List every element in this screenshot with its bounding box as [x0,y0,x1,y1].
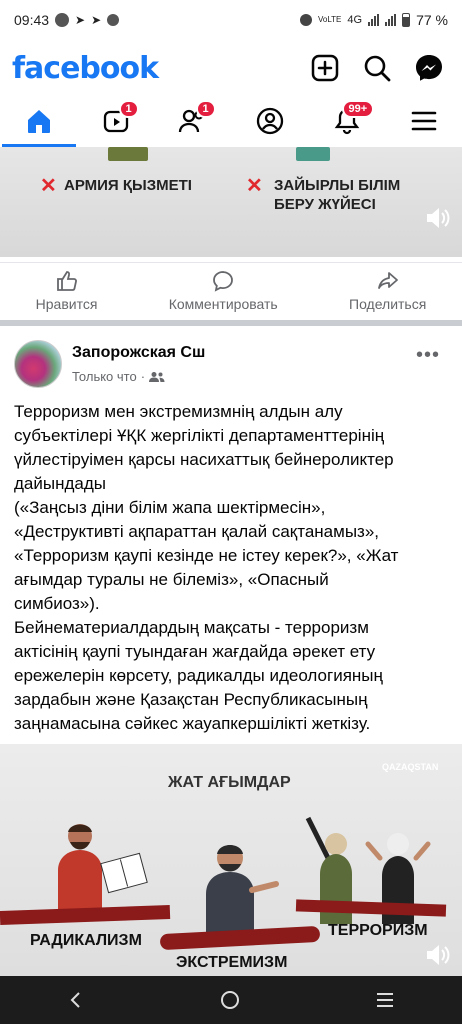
video2-brand: QAZAQSTAN [382,762,439,772]
dnd-icon [299,14,312,26]
messenger-icon [416,55,442,81]
video1-illustration-left [108,147,148,161]
post-text: Терроризм мен экстремизмнің алдын алу су… [14,400,452,736]
status-time: 09:43 [14,12,50,28]
app-header: facebook [0,40,462,96]
video2-label-left: РАДИКАЛИЗМ [30,932,142,949]
comment-icon [213,271,234,292]
video1-label-right-1: ЗАЙЫРЛЫ БІЛІМ [274,177,401,194]
tab-menu[interactable] [399,98,449,144]
facebook-logo[interactable]: facebook [12,51,159,86]
tab-profile[interactable] [245,98,295,144]
dot-separator: · [140,369,146,384]
video2-label-right: ТЕРРОРИЗМ [328,922,428,939]
post-text-line: субъектілері ҰҚК жергілікті департаментт… [14,426,385,445]
more-options-icon[interactable]: ••• [416,344,440,367]
like-button[interactable]: Нравится [35,270,98,312]
video-preview-2[interactable]: QAZAQSTAN ЖАТ АҒЫМДАР РАДИКАЛИЗМ ЭКСТРЕМ… [0,744,462,976]
search-icon [364,55,391,82]
video2-title: ЖАТ АҒЫМДАР [168,774,291,791]
profile-icon [256,107,283,135]
telegram-icon-2: ➤ [91,13,102,27]
post-text-line: актісінің қаупі туындаған жағдайда әреке… [14,642,376,661]
figure-terrorism [305,816,431,924]
post-text-line: «Терроризм қаупі кезінде не істеу керек?… [14,546,399,565]
video-badge: 1 [118,100,139,118]
create-post-button[interactable] [306,49,344,87]
tab-video[interactable]: 1 [91,98,141,144]
post-text-line: ережелерін көрсету, радикалды идеологиян… [14,666,383,685]
feed-separator [0,320,462,326]
volte-icon: VoLTE [317,15,342,24]
avatar[interactable] [14,340,62,388]
video1-label-left: АРМИЯ ҚЫЗМЕТІ [64,177,192,194]
recents-icon[interactable] [374,990,396,1010]
post-text-line: ағымдар туралы не білеміз», «Опасный [14,570,329,589]
post-header: Запорожская Сш Только что · ••• [0,332,462,396]
battery-icon [402,13,411,27]
share-button[interactable]: Поделиться [349,270,426,312]
comment-label: Комментировать [168,296,278,312]
post-text-line: заңнамасына сәйкес жауапкершілікті жеткі… [14,714,371,733]
post-text-line: зардабын және Қазақстан Республикасының [14,690,368,709]
nav-tabs: 1 1 99+ [0,96,462,147]
tab-friends[interactable]: 1 [168,98,218,144]
post-time[interactable]: Только что [72,369,137,384]
post-text-line: үйлестіруімен қарсы насихаттық бейнероли… [14,450,394,469]
signal-icon-2 [385,14,397,26]
thumbs-up-icon [56,271,77,291]
post-text-line: Терроризм мен экстремизмнің алдын алу [14,402,343,421]
post-text-line: симбиоз»). [14,594,100,613]
video-preview-1[interactable]: ✕ АРМИЯ ҚЫЗМЕТІ ✕ ЗАЙЫРЛЫ БІЛІМ БЕРУ ЖҮЙ… [0,147,462,257]
tab-home[interactable] [1,98,76,147]
tab-notifications[interactable]: 99+ [322,98,375,144]
messenger-button[interactable] [410,49,448,87]
post-author[interactable]: Запорожская Сш [72,344,205,362]
post-text-line: «Деструктивті ақпараттан қалай сақтанамы… [14,522,380,541]
notifications-badge: 99+ [341,100,375,118]
search-button[interactable] [358,49,396,87]
video1-illustration-right [296,147,330,161]
speaker-icon[interactable] [424,205,450,231]
share-icon [377,272,398,289]
post-text-line: («Заңсыз діни білім жапа шектірмесін», [14,498,326,517]
share-label: Поделиться [349,296,427,312]
plus-square-icon [311,54,339,82]
post-text-line: Бейнематериалдардың мақсаты - терроризм [14,618,369,637]
comment-button[interactable]: Комментировать [169,270,278,312]
signal-icon [368,14,380,26]
friends-audience-icon [149,371,165,382]
telegram-icon: ➤ [75,13,86,27]
network-type: 4G [347,14,363,26]
post-meta: Только что · [72,369,165,384]
home-icon [27,110,50,133]
like-label: Нравится [35,296,98,312]
menu-icon [411,111,436,131]
video1-label-right-2: БЕРУ ЖҮЙЕСІ [274,196,376,213]
home-circle-icon[interactable] [219,989,241,1011]
video2-label-center: ЭКСТРЕМИЗМ [176,954,288,971]
system-nav-bar [0,976,462,1024]
post-text-line: дайындады [14,474,106,493]
status-bar: 09:43 ➤ ➤ VoLTE 4G 77 % [0,0,462,40]
facebook-status-icon [107,14,120,26]
post-actions: Нравится Комментировать Поделиться [0,262,462,319]
x-mark-icon-2: ✕ [246,175,263,197]
whatsapp-icon [55,13,70,27]
x-mark-icon: ✕ [40,175,57,197]
friends-badge: 1 [195,100,216,118]
speaker-icon-2[interactable] [424,942,450,968]
battery-level: 77 % [416,12,448,28]
back-icon[interactable] [66,990,86,1010]
